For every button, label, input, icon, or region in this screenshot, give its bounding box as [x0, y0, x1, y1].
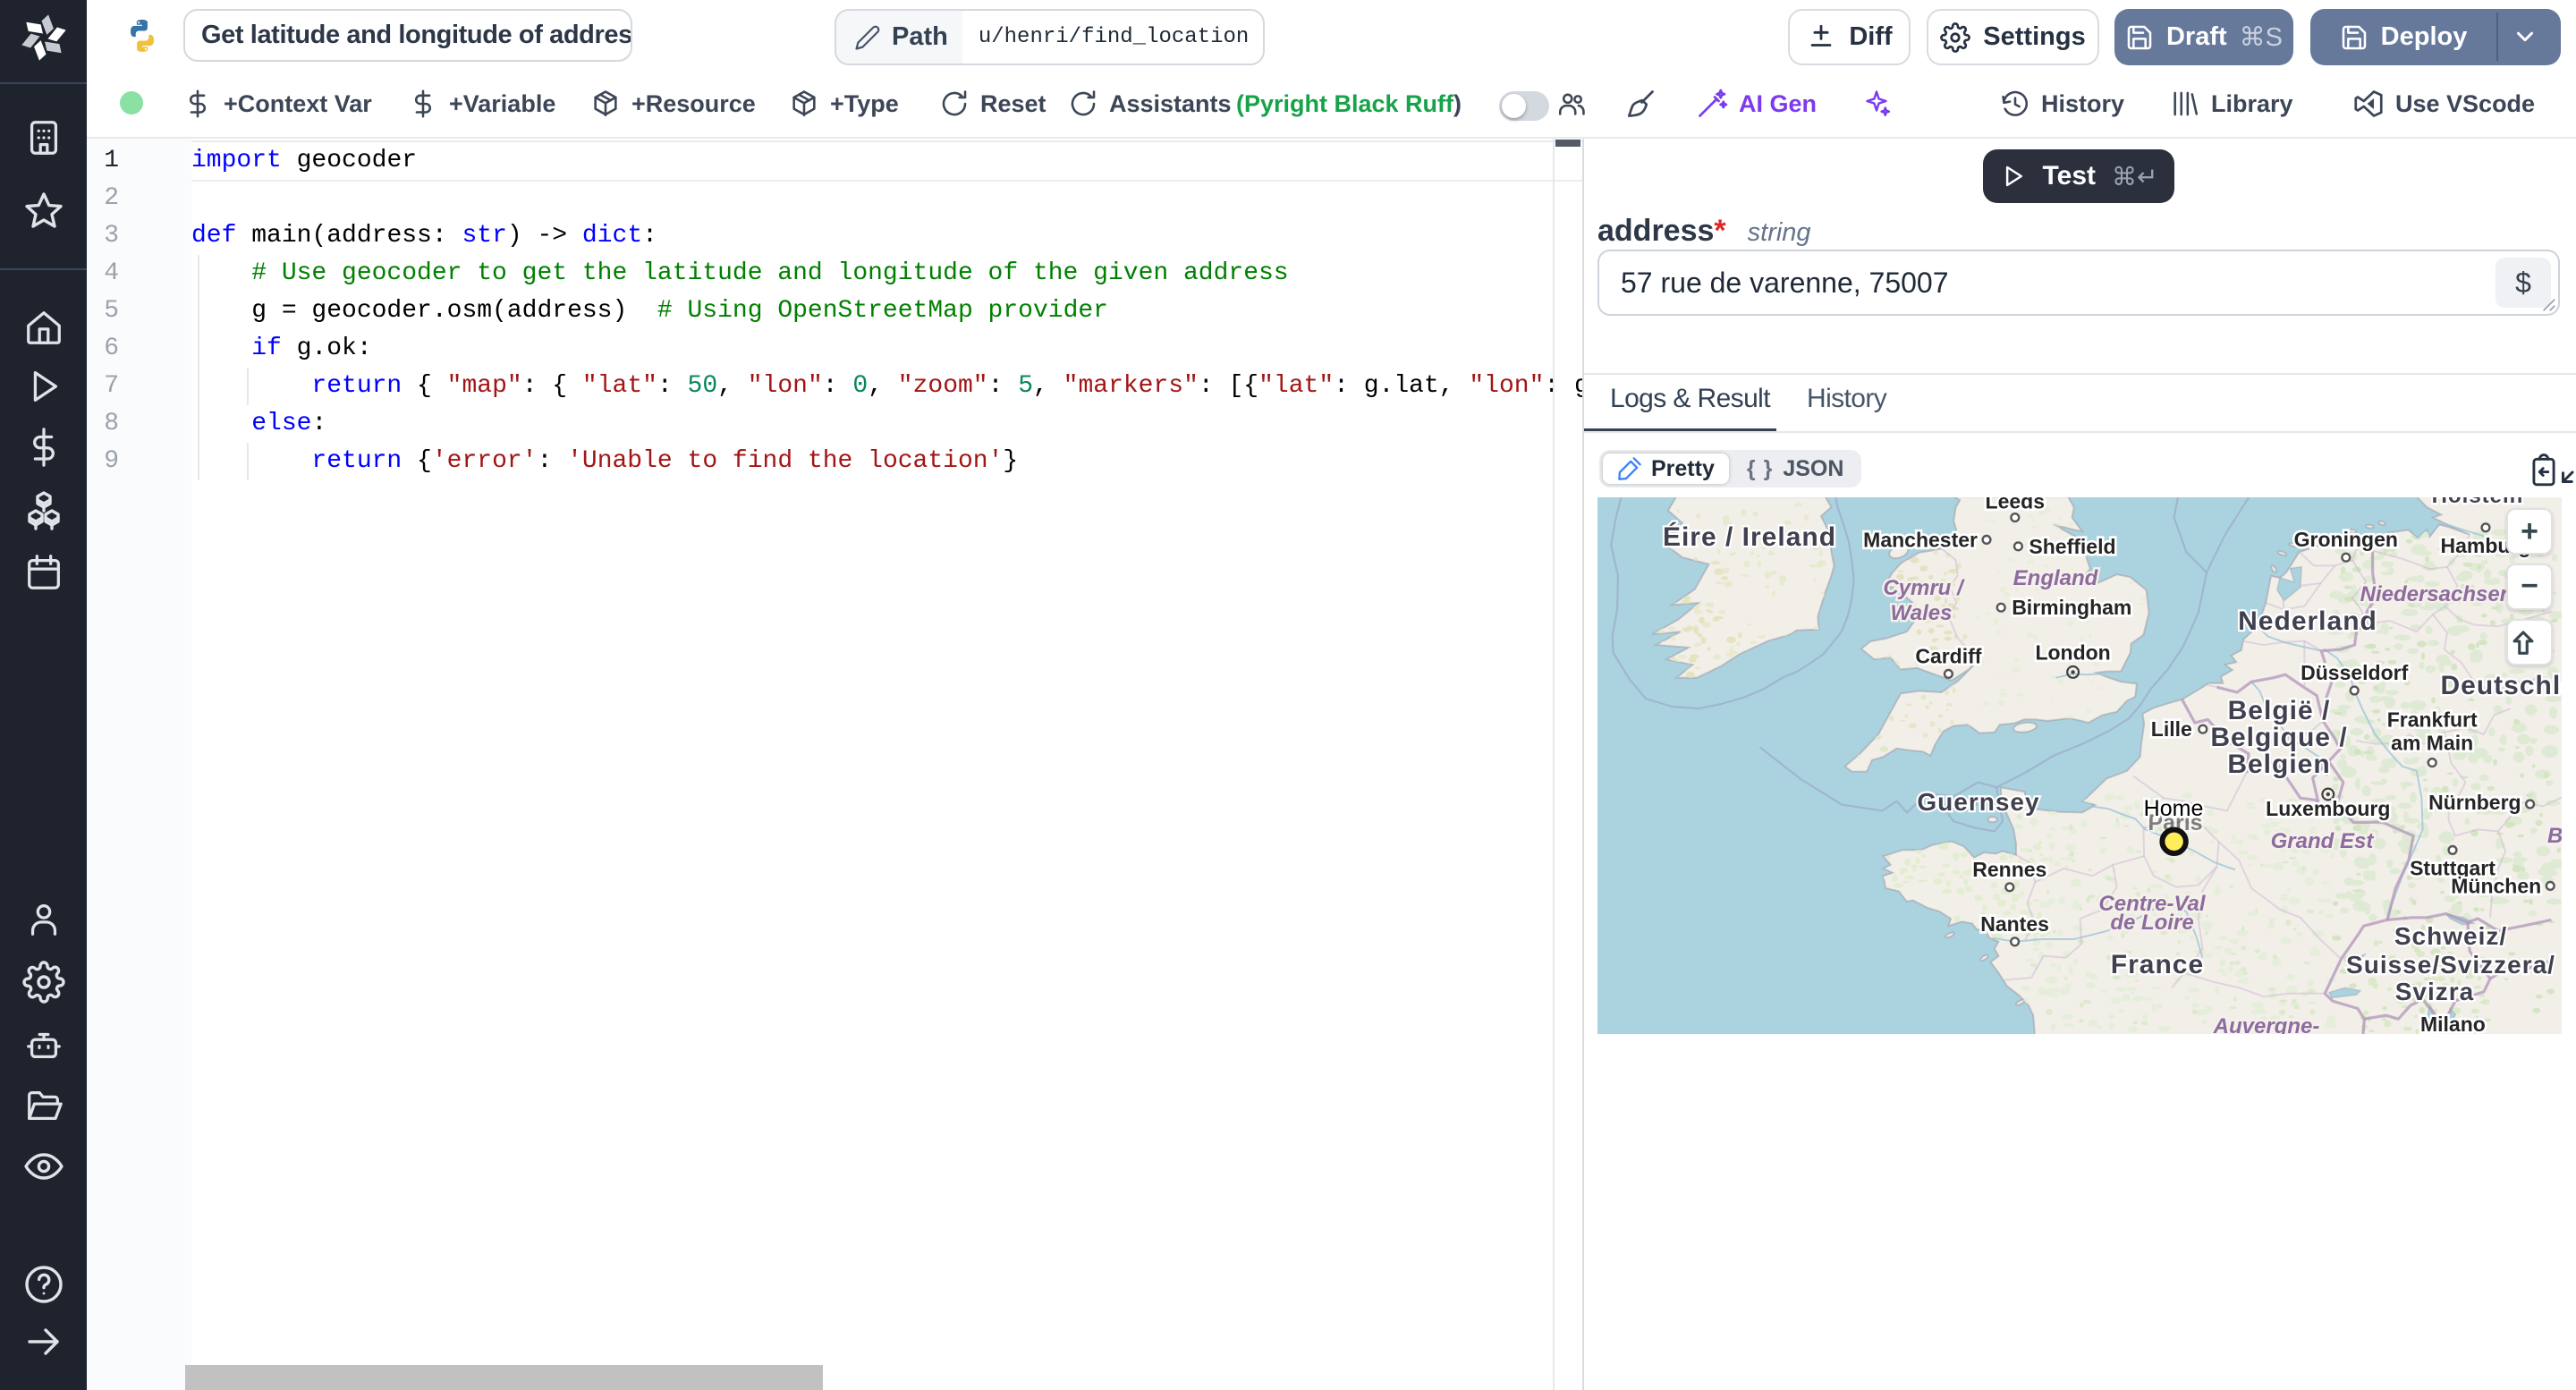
svg-text:Nürnberg: Nürnberg	[2428, 791, 2521, 814]
svg-text:Nantes: Nantes	[1980, 912, 2049, 936]
svg-text:Nederland: Nederland	[2238, 606, 2377, 636]
svg-text:München: München	[2451, 874, 2541, 897]
svg-text:France: France	[2111, 950, 2204, 979]
svg-text:Leeds: Leeds	[1986, 497, 2045, 513]
svg-text:Deutschland: Deutschland	[2440, 671, 2562, 700]
svg-text:Niedersachsen: Niedersachsen	[2360, 582, 2513, 606]
svg-text:Lille: Lille	[2151, 717, 2192, 741]
svg-text:Belgien: Belgien	[2227, 750, 2330, 779]
svg-text:Grand Est: Grand Est	[2271, 829, 2375, 853]
svg-text:de Loire: de Loire	[2110, 911, 2193, 935]
svg-text:Birmingham: Birmingham	[2012, 596, 2131, 619]
svg-text:België /: België /	[2228, 696, 2331, 725]
svg-text:Bay: Bay	[2547, 824, 2562, 848]
svg-text:Luxembourg: Luxembourg	[2266, 797, 2390, 820]
svg-text:Suisse/Svizzera/: Suisse/Svizzera/	[2346, 951, 2555, 979]
svg-text:Auvergne-: Auvergne-	[2213, 1014, 2320, 1034]
svg-text:Svizra: Svizra	[2395, 978, 2475, 1005]
svg-text:England: England	[2013, 566, 2099, 590]
svg-text:Milano: Milano	[2420, 1013, 2486, 1034]
svg-text:Manchester: Manchester	[1863, 528, 1978, 551]
svg-text:Groningen: Groningen	[2294, 528, 2398, 551]
svg-text:Cymru /: Cymru /	[1883, 576, 1965, 600]
svg-text:Holstein: Holstein	[2432, 497, 2524, 508]
svg-text:London: London	[2035, 640, 2110, 664]
svg-text:Guernsey: Guernsey	[1917, 788, 2039, 816]
svg-text:Wales: Wales	[1891, 601, 1953, 625]
svg-text:Rennes: Rennes	[1972, 858, 2046, 881]
svg-text:Home: Home	[2144, 796, 2204, 821]
svg-text:am Main: am Main	[2391, 732, 2473, 755]
svg-text:Düsseldorf: Düsseldorf	[2301, 661, 2408, 684]
svg-text:Sheffield: Sheffield	[2029, 535, 2115, 558]
svg-text:Frankfurt: Frankfurt	[2387, 708, 2478, 732]
svg-text:Cardiff: Cardiff	[1915, 644, 1981, 667]
svg-text:Schweiz/: Schweiz/	[2394, 922, 2507, 950]
svg-text:Belgique /: Belgique /	[2210, 723, 2347, 752]
svg-text:Éire / Ireland: Éire / Ireland	[1663, 521, 1836, 552]
